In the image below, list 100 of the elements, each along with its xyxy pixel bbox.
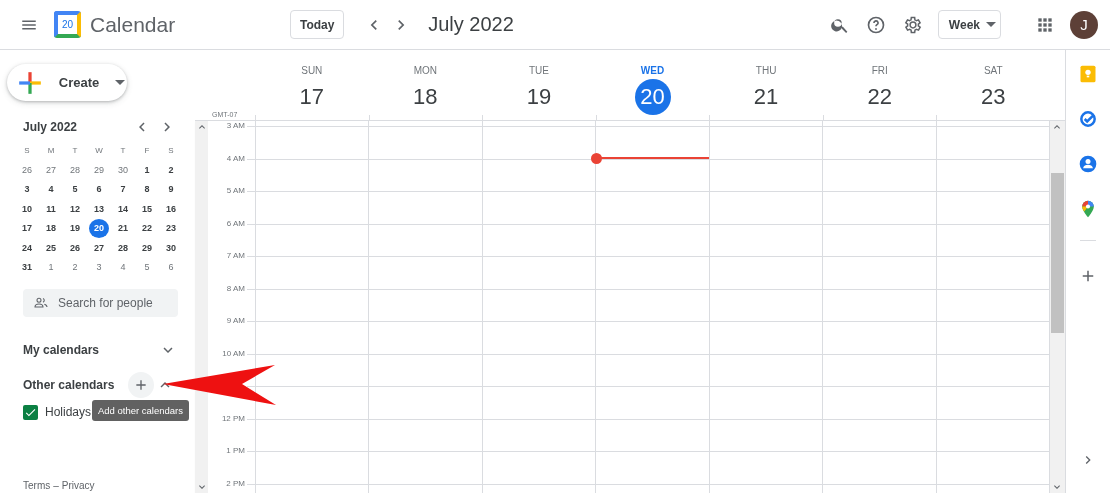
plus-icon	[17, 69, 43, 96]
date-cell[interactable]: 7	[113, 179, 133, 199]
weekday-label: T	[71, 145, 79, 157]
date-cell[interactable]: 3	[17, 179, 37, 199]
scrollbar-thumb[interactable]	[1050, 173, 1064, 333]
date-cell[interactable]: 23	[161, 218, 181, 238]
time-label: 2 PM	[226, 478, 245, 488]
date-cell[interactable]: 6	[89, 179, 109, 199]
date-cell[interactable]: 30	[161, 238, 181, 258]
weekday-name: SAT	[983, 65, 1003, 77]
date-cell[interactable]: 25	[41, 238, 61, 258]
month-title: July 2022	[23, 120, 79, 134]
date-cell[interactable]: 29	[137, 238, 157, 258]
date-cell[interactable]: 26	[17, 160, 37, 180]
add-calendar-button[interactable]	[128, 372, 155, 398]
app-name: Calendar	[90, 12, 176, 37]
date-cell[interactable]: 2	[65, 257, 85, 277]
date-cell[interactable]: 22	[137, 218, 157, 238]
time-label: 10 AM	[222, 348, 245, 358]
weekday-name: WED	[640, 65, 665, 77]
contacts-icon[interactable]	[1078, 154, 1098, 174]
date-cell[interactable]: 6	[161, 257, 181, 277]
weekday-label: F	[143, 145, 151, 157]
date-cell[interactable]: 14	[113, 199, 133, 219]
date-cell[interactable]: 17	[17, 218, 37, 238]
date-cell[interactable]: 1	[41, 257, 61, 277]
date-cell[interactable]: 3	[89, 257, 109, 277]
date-cell[interactable]: 30	[113, 160, 133, 180]
date-cell[interactable]: 5	[65, 179, 85, 199]
date-cell[interactable]: 5	[137, 257, 157, 277]
date-cell[interactable]: 28	[65, 160, 85, 180]
section-header[interactable]: Other calendars	[23, 378, 115, 392]
search-people-field[interactable]: Search for people	[23, 289, 178, 317]
settings-icon[interactable]	[902, 14, 923, 35]
date-cell[interactable]: 29	[89, 160, 109, 180]
day-number[interactable]: 19	[520, 79, 557, 115]
time-label: 4 AM	[226, 153, 245, 163]
weekday-label: S	[167, 145, 175, 157]
date-cell[interactable]: 4	[113, 257, 133, 277]
date-cell[interactable]: 28	[113, 238, 133, 258]
weekday-label: W	[94, 145, 104, 157]
time-label: 5 AM	[226, 186, 245, 195]
separator: –	[53, 480, 59, 491]
create-button[interactable]: Create	[7, 64, 127, 101]
date-cell[interactable]: 31	[17, 257, 37, 277]
day-number[interactable]: 17	[293, 79, 330, 115]
tasks-icon[interactable]	[1078, 109, 1098, 129]
date-cell[interactable]: 12	[65, 199, 85, 219]
date-cell[interactable]: 13	[89, 199, 109, 219]
date-cell[interactable]: 15	[137, 199, 157, 219]
day-number[interactable]: 21	[748, 79, 785, 115]
today-button[interactable]: Today	[290, 10, 345, 39]
tooltip: Add other calendars	[92, 400, 190, 421]
weekday-name: THU	[755, 65, 777, 77]
date-cell[interactable]: 20	[89, 218, 109, 238]
date-cell[interactable]: 11	[41, 199, 61, 219]
time-label: 6 AM	[226, 218, 245, 228]
caret-icon	[986, 22, 996, 27]
weekday-label: T	[119, 145, 127, 157]
date-cell[interactable]: 16	[161, 199, 181, 219]
time-label: 1 PM	[226, 446, 245, 455]
time-label: 12 PM	[221, 413, 245, 423]
date-cell[interactable]: 27	[41, 160, 61, 180]
date-cell[interactable]: 10	[17, 199, 37, 219]
privacy-link[interactable]: Privacy	[61, 480, 95, 491]
calendar-name: Holidays	[45, 405, 92, 419]
weekday-name: FRI	[871, 65, 888, 77]
date-cell[interactable]: 24	[17, 238, 37, 258]
day-number[interactable]: 18	[407, 79, 444, 115]
date-cell[interactable]: 21	[113, 218, 133, 238]
calendar-checkbox[interactable]	[23, 404, 38, 420]
people-icon	[33, 295, 49, 311]
view-dropdown[interactable]: Week	[937, 10, 1001, 39]
terms-link[interactable]: Terms	[23, 480, 51, 491]
section-header[interactable]: My calendars	[23, 343, 159, 357]
date-cell[interactable]: 8	[137, 179, 157, 199]
date-cell[interactable]: 1	[137, 160, 157, 180]
date-cell[interactable]: 4	[41, 179, 61, 199]
weekday-name: TUE	[528, 65, 549, 77]
weekday-name: MON	[413, 65, 438, 77]
date-cell[interactable]: 9	[161, 179, 181, 199]
current-period: July 2022	[428, 13, 514, 36]
date-cell[interactable]: 27	[89, 238, 109, 258]
weekday-label: S	[23, 145, 31, 157]
date-cell[interactable]: 19	[65, 218, 85, 238]
day-number[interactable]: 20	[634, 79, 671, 115]
caret-icon	[115, 80, 125, 85]
date-cell[interactable]: 26	[65, 238, 85, 258]
time-label: 8 AM	[226, 283, 245, 293]
date-cell[interactable]: 2	[161, 160, 181, 180]
day-number[interactable]: 22	[861, 79, 898, 115]
time-label: 3 AM	[226, 121, 245, 130]
time-label: 7 AM	[226, 251, 245, 260]
day-number[interactable]: 23	[975, 79, 1012, 115]
weekday-label: M	[46, 145, 56, 157]
date-cell[interactable]: 18	[41, 218, 61, 238]
avatar[interactable]: J	[1070, 10, 1098, 39]
calendar-logo: 20	[54, 11, 81, 38]
help-icon[interactable]	[865, 14, 886, 35]
weekday-name: SUN	[301, 65, 323, 77]
